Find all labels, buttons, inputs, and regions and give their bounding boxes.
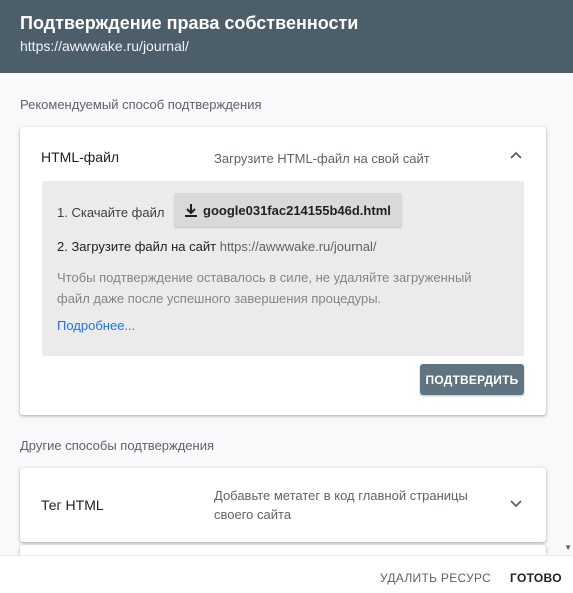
scroll-down-arrow-icon[interactable]: ▼: [564, 543, 572, 552]
step1-label: 1. Скачайте файл: [57, 205, 165, 220]
recommended-method-header[interactable]: HTML-файл Загрузите HTML-файл на свой са…: [20, 127, 546, 185]
download-file-button[interactable]: google031fac214155b46d.html: [174, 193, 402, 227]
recommended-method-card: HTML-файл Загрузите HTML-файл на свой са…: [20, 127, 546, 415]
verification-dialog: Подтверждение права собственности https:…: [0, 0, 573, 593]
chevron-down-icon[interactable]: [508, 496, 524, 512]
confirm-button[interactable]: ПОДТВЕРДИТЬ: [420, 364, 524, 395]
dialog-footer: УДАЛИТЬ РЕСУРС ГОТОВО: [0, 555, 573, 593]
dialog-header: Подтверждение права собственности https:…: [0, 0, 573, 73]
method-name: HTML-файл: [41, 149, 120, 165]
verification-note: Чтобы подтверждение оставалось в силе, н…: [57, 270, 472, 306]
chevron-up-icon[interactable]: [508, 147, 524, 163]
recommended-section-label: Рекомендуемый способ подтверждения: [20, 97, 262, 112]
step2-text: 2. Загрузите файл на сайт https://awwwak…: [57, 239, 377, 254]
done-button[interactable]: ГОТОВО: [510, 571, 562, 585]
method-description: Загрузите HTML-файл на свой сайт: [214, 151, 430, 166]
property-url: https://awwwake.ru/journal/: [20, 38, 189, 54]
next-method-card[interactable]: [20, 545, 546, 555]
download-file-name: google031fac214155b46d.html: [203, 202, 391, 218]
html-tag-method-card[interactable]: Тег HTML Добавьте метатег в код главной …: [20, 468, 546, 542]
instructions-panel: 1. Скачайте файл google031fac214155b46d.…: [42, 181, 524, 356]
step2-url: https://awwwake.ru/journal/: [219, 239, 377, 254]
method-name: Тег HTML: [41, 497, 104, 513]
learn-more-link[interactable]: Подробнее...: [57, 318, 135, 333]
step2-label: 2. Загрузите файл на сайт: [57, 239, 217, 254]
download-icon: [185, 203, 197, 217]
other-methods-section-label: Другие способы подтверждения: [20, 438, 215, 453]
dialog-body[interactable]: Рекомендуемый способ подтверждения HTML-…: [0, 73, 573, 555]
delete-property-button[interactable]: УДАЛИТЬ РЕСУРС: [380, 571, 491, 585]
dialog-title: Подтверждение права собственности: [20, 13, 359, 33]
method-description: Добавьте метатег в код главной страницы …: [214, 488, 468, 522]
